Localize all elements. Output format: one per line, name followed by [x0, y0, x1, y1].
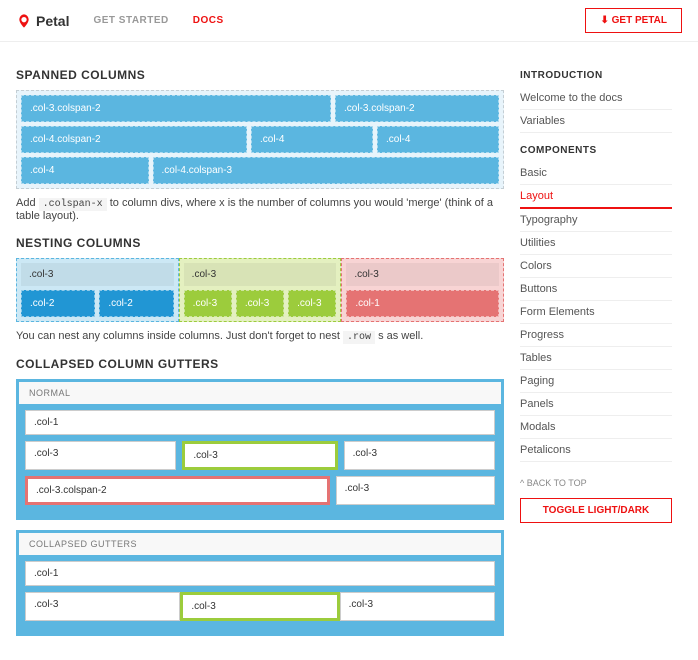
grid-cell: .col-1: [25, 410, 495, 435]
nesting-title: NESTING COLUMNS: [16, 236, 504, 250]
sidebar-item[interactable]: Form Elements: [520, 301, 672, 324]
gutter-label: NORMAL: [19, 382, 501, 404]
gutter-label: COLLAPSED GUTTERS: [19, 533, 501, 555]
toggle-theme-button[interactable]: TOGGLE LIGHT/DARK: [520, 498, 672, 523]
top-header: Petal GET STARTED DOCS ⬇ GET PETAL: [0, 0, 698, 42]
sidebar-item[interactable]: Paging: [520, 370, 672, 393]
sidebar-item[interactable]: Typography: [520, 209, 672, 232]
brand-logo[interactable]: Petal: [16, 13, 69, 29]
sidebar-item[interactable]: Panels: [520, 393, 672, 416]
brand-name: Petal: [36, 13, 69, 29]
grid-cell: .col-3: [340, 592, 495, 621]
grid-cell: .col-3: [182, 441, 337, 470]
grid-cell: .col-3: [25, 441, 176, 470]
get-petal-button[interactable]: ⬇ GET PETAL: [585, 8, 682, 33]
grid-cell: .col-4: [377, 126, 499, 153]
sidebar-item[interactable]: Variables: [520, 110, 672, 133]
sidebar-item[interactable]: Basic: [520, 162, 672, 185]
sidebar-item[interactable]: Modals: [520, 416, 672, 439]
grid-cell: .col-3: [288, 290, 336, 317]
grid-cell: .col-4.colspan-3: [153, 157, 500, 184]
grid-cell: .col-3: [336, 476, 495, 505]
grid-cell: .col-4: [251, 126, 373, 153]
grid-cell: .col-1: [346, 290, 499, 317]
nav-docs[interactable]: DOCS: [193, 15, 224, 26]
download-icon: ⬇: [600, 15, 611, 26]
back-to-top[interactable]: ^ BACK TO TOP: [520, 478, 672, 488]
spanned-title: SPANNED COLUMNS: [16, 68, 504, 82]
grid-cell: .col-3: [344, 441, 495, 470]
grid-cell: .col-1: [25, 561, 495, 586]
sidebar-item[interactable]: Layout: [520, 185, 672, 209]
sidebar-intro-head: INTRODUCTION: [520, 70, 672, 81]
grid-cell: .col-3: [236, 290, 284, 317]
sidebar-item[interactable]: Buttons: [520, 278, 672, 301]
sidebar-item[interactable]: Utilities: [520, 232, 672, 255]
sidebar-item[interactable]: Welcome to the docs: [520, 87, 672, 110]
grid-cell: .col-4.colspan-2: [21, 126, 247, 153]
main-content: SPANNED COLUMNS .col-3.colspan-2.col-3.c…: [0, 42, 520, 660]
sidebar-item[interactable]: Tables: [520, 347, 672, 370]
grid-cell: .col-4: [21, 157, 149, 184]
grid-cell: .col-2: [21, 290, 95, 317]
grid-cell: .col-3.colspan-2: [335, 95, 499, 122]
nav-get-started[interactable]: GET STARTED: [93, 15, 168, 26]
spanned-demo: .col-3.colspan-2.col-3.colspan-2.col-4.c…: [16, 90, 504, 189]
grid-cell: .col-3.colspan-2: [21, 95, 331, 122]
chevron-up-icon: ^: [520, 478, 527, 488]
grid-cell: .col-2: [99, 290, 173, 317]
nest-head: .col-3: [346, 263, 499, 286]
grid-cell: .col-3: [25, 592, 180, 621]
sidebar-item[interactable]: Progress: [520, 324, 672, 347]
sidebar-item[interactable]: Colors: [520, 255, 672, 278]
nesting-demo: .col-3.col-2.col-2.col-3.col-3.col-3.col…: [16, 258, 504, 322]
grid-cell: .col-3: [180, 592, 339, 621]
collapsed-demo: NORMAL.col-1.col-3.col-3.col-3.col-3.col…: [16, 379, 504, 636]
spanned-desc: Add .colspan-x to column divs, where x i…: [16, 197, 504, 222]
collapsed-title: COLLAPSED COLUMN GUTTERS: [16, 357, 504, 371]
sidebar-components-head: COMPONENTS: [520, 145, 672, 156]
grid-cell: .col-3: [184, 290, 232, 317]
grid-cell: .col-3.colspan-2: [25, 476, 330, 505]
sidebar: INTRODUCTION Welcome to the docsVariable…: [520, 42, 680, 660]
nest-head: .col-3: [184, 263, 337, 286]
petal-icon: [16, 13, 32, 29]
nesting-desc: You can nest any columns inside columns.…: [16, 330, 504, 343]
sidebar-item[interactable]: Petalicons: [520, 439, 672, 462]
nest-head: .col-3: [21, 263, 174, 286]
